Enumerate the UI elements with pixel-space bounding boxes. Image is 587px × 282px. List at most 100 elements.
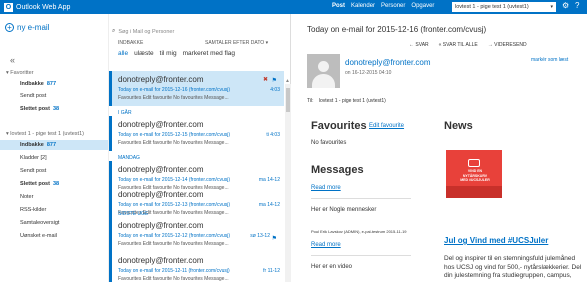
- scroll-thumb[interactable]: [286, 88, 290, 112]
- avatar-body: [312, 74, 335, 88]
- folder-item-kladder[interactable]: Kladder [2]: [20, 155, 47, 161]
- message-list-pane: ⌕ Søg i Mail og Personer INDBAKKE SAMTAL…: [108, 14, 291, 282]
- message-subject: Today on e-mail for 2015-12-13 (fronter.…: [118, 202, 230, 208]
- message-time: 4:03: [270, 87, 280, 93]
- filter-bar: alle ulæste til mig markeret med flag: [118, 50, 235, 57]
- message-snippet: Her er Nogle mennesker: [311, 207, 377, 213]
- news-link[interactable]: Jul og Vind med #UCSJuler: [444, 236, 548, 245]
- top-nav: Post Kalender Personer Opgaver: [332, 3, 434, 9]
- nav-post[interactable]: Post: [332, 3, 345, 9]
- search-box[interactable]: ⌕ Søg i Mail og Personer: [112, 26, 288, 37]
- message-subject: Today on e-mail for 2015-12-15 (fronter.…: [118, 132, 230, 138]
- folder-pane: + ny e-mail « ▾ Favoritter Indbakke 877 S…: [0, 14, 108, 282]
- top-bar: O Outlook Web App Post Kalender Personer…: [0, 0, 587, 14]
- messages-heading: Messages: [311, 164, 364, 176]
- message-title: Today on e-mail for 2015-12-16 (fronter.…: [307, 25, 487, 34]
- flag-icon[interactable]: ⚑: [272, 77, 277, 84]
- account-header[interactable]: ▾ lovtest 1 - pige test 1 (uvtest1): [6, 131, 84, 137]
- app-logo[interactable]: O Outlook Web App: [4, 2, 70, 12]
- nav-kalender[interactable]: Kalender: [351, 3, 375, 9]
- folder-item-slettet-post[interactable]: Slettet post 38: [20, 181, 59, 187]
- news-image-text: VIND EN NYTÅRSKURV MED #UCSJULER: [460, 169, 490, 182]
- edit-favourite-link[interactable]: Edit favourite: [369, 123, 404, 129]
- filter-ulaeste[interactable]: ulæste: [134, 50, 154, 57]
- user-menu[interactable]: lovtest 1 - pige test 1 (uvtest1) ▾: [452, 2, 556, 12]
- message-subject: Today on e-mail for 2015-12-16 (fronter.…: [118, 87, 230, 93]
- message-item[interactable]: donotreply@fronter.com Today on e-mail f…: [109, 252, 284, 282]
- nav-personer[interactable]: Personer: [381, 3, 405, 9]
- mark-as-read-link[interactable]: markér som læst: [531, 57, 568, 63]
- reading-pane: Today on e-mail for 2015-12-16 (fronter.…: [291, 14, 587, 282]
- unread-indicator: [109, 186, 112, 221]
- plus-circle-icon: +: [5, 23, 14, 32]
- filter-til-mig[interactable]: til mig: [160, 50, 177, 57]
- news-image[interactable]: VIND EN NYTÅRSKURV MED #UCSJULER: [446, 150, 502, 198]
- message-item[interactable]: donotreply@fronter.com Today on e-mail f…: [109, 116, 284, 151]
- filter-flag[interactable]: markeret med flag: [183, 50, 235, 57]
- no-favourites-text: No favourites: [311, 140, 347, 146]
- search-input[interactable]: Søg i Mail og Personer: [118, 29, 174, 35]
- fav-item-indbakke[interactable]: Indbakke 877: [20, 81, 56, 87]
- collapse-pane-icon[interactable]: «: [10, 55, 15, 65]
- reply-button[interactable]: ← SVAR: [409, 42, 429, 48]
- read-more-link[interactable]: Read more: [311, 242, 341, 248]
- folder-item-sendt-post[interactable]: Sendt post: [20, 168, 46, 174]
- message-from: donotreply@fronter.com: [118, 120, 204, 129]
- user-name: lovtest 1 - pige test 1 (uvtest1): [455, 4, 529, 10]
- reply-all-button[interactable]: « SVAR TIL ALLE: [439, 42, 478, 48]
- favorites-header[interactable]: ▾ Favoritter: [6, 70, 34, 76]
- selected-indicator: [109, 71, 112, 106]
- outlook-logo-icon: O: [4, 2, 13, 12]
- message-subject: Today on e-mail for 2015-12-14 (fronter.…: [118, 177, 230, 183]
- search-icon: ⌕: [112, 28, 116, 34]
- divider: [311, 255, 411, 256]
- message-time: ti 4:03: [266, 132, 280, 138]
- image-stripe: [446, 186, 502, 198]
- message-item[interactable]: donotreply@fronter.com ✖ ⚑ Today on e-ma…: [109, 71, 284, 106]
- to-label: Til:: [307, 98, 314, 104]
- smiley-icon: [468, 159, 480, 167]
- sort-dropdown[interactable]: SAMTALER EFTER DATO ▾: [205, 40, 268, 46]
- message-from: donotreply@fronter.com: [118, 221, 204, 230]
- nav-opgaver[interactable]: Opgaver: [411, 3, 434, 9]
- unread-indicator: [109, 252, 112, 282]
- unread-indicator: [109, 217, 112, 252]
- app-title: Outlook Web App: [16, 3, 71, 11]
- sent-date: on 16-12-2015 04:10: [345, 70, 392, 76]
- news-heading: News: [444, 120, 473, 132]
- new-mail-button[interactable]: + ny e-mail: [5, 23, 49, 32]
- scroll-up-icon[interactable]: ▲: [285, 78, 290, 84]
- folder-item-noter[interactable]: Noter: [20, 194, 33, 200]
- author-line: Poul Erik Lavskov (ADMIN), e-pal-testrum…: [311, 229, 407, 234]
- recipient-name[interactable]: lovtest 1 - pige test 1 (uvtest1): [319, 98, 386, 104]
- message-subject: Today on e-mail for 2015-12-12 (fronter.…: [118, 233, 230, 239]
- filter-alle[interactable]: alle: [118, 50, 128, 57]
- message-item[interactable]: donotreply@fronter.com ⚑ Today on e-mail…: [109, 217, 284, 252]
- folder-item-indbakke[interactable]: Indbakke 877: [20, 142, 56, 148]
- news-body: Del og inspirer til en stemningsfuld jul…: [444, 255, 582, 280]
- help-icon[interactable]: ?: [575, 1, 579, 10]
- fav-item-sendt-post[interactable]: Sendt post: [20, 93, 46, 99]
- message-actions: ← SVAR « SVAR TIL ALLE → VIDERESEND: [409, 42, 527, 48]
- sender-name[interactable]: donotreply@fronter.com: [345, 58, 431, 67]
- message-time: ma 14-12: [258, 177, 280, 183]
- chevron-down-icon: ▾: [550, 4, 553, 10]
- message-from: donotreply@fronter.com: [118, 165, 204, 174]
- recipient-line: Til: lovtest 1 - pige test 1 (uvtest1): [307, 98, 386, 104]
- flag-icon[interactable]: ⚑: [272, 235, 277, 242]
- message-time: fr 11-12: [263, 268, 280, 274]
- fav-item-slettet-post[interactable]: Slettet post 38: [20, 106, 59, 112]
- message-from: donotreply@fronter.com: [118, 190, 204, 199]
- folder-item-samtaleoversigt[interactable]: Samtaleoversigt: [20, 220, 59, 226]
- new-mail-label: ny e-mail: [17, 23, 50, 32]
- read-more-link[interactable]: Read more: [311, 185, 341, 191]
- delete-icon[interactable]: ✖: [263, 76, 268, 83]
- folder-item-rss[interactable]: RSS-kilder: [20, 207, 46, 213]
- message-from: donotreply@fronter.com: [118, 75, 204, 84]
- gear-icon[interactable]: ⚙: [562, 1, 569, 10]
- avatar-head: [318, 61, 329, 72]
- message-time: ma 14-12: [258, 202, 280, 208]
- folder-item-uonsket[interactable]: Uønsket e-mail: [20, 233, 57, 239]
- forward-button[interactable]: → VIDERESEND: [488, 42, 527, 48]
- divider: [311, 198, 411, 199]
